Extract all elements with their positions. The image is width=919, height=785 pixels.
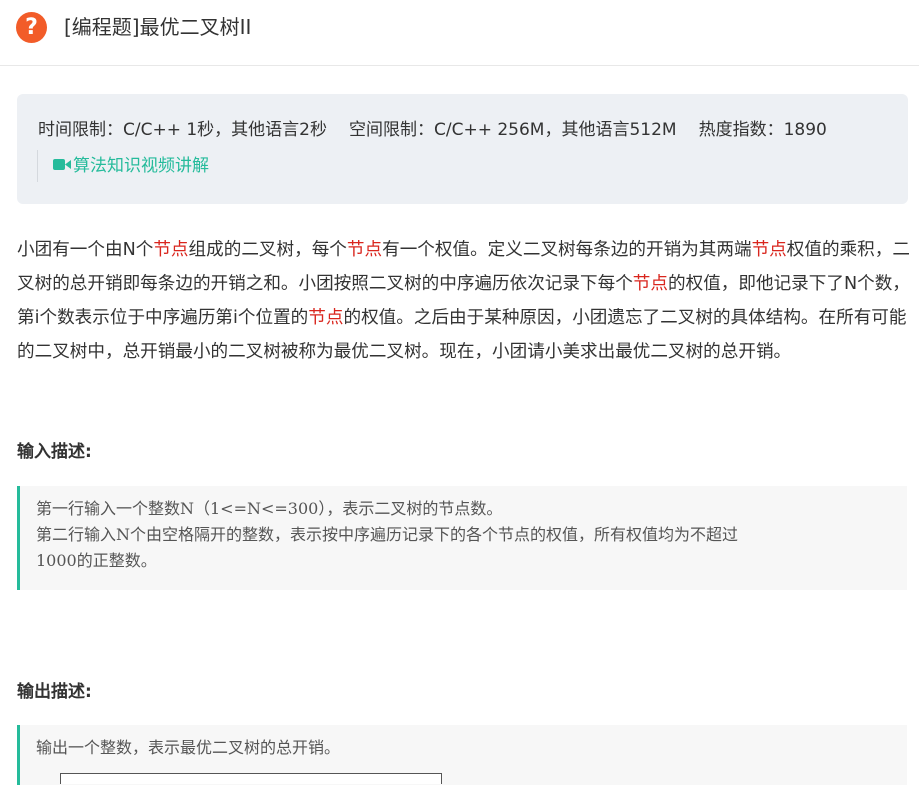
keyword-highlight: 节点 — [632, 274, 668, 294]
time-limit: 时间限制：C/C++ 1秒，其他语言2秒 — [38, 120, 327, 140]
limits-panel: 时间限制：C/C++ 1秒，其他语言2秒 空间限制：C/C++ 256M，其他语言… — [17, 94, 908, 204]
description-text: 有一个权值。定义二叉树每条边的开销为其两端 — [382, 240, 752, 260]
space-limit: 空间限制：C/C++ 256M，其他语言512M — [349, 120, 677, 140]
example-box — [60, 773, 442, 784]
input-line: 1000的正整数。 — [36, 551, 157, 570]
video-camera-icon — [53, 150, 71, 182]
input-line: 第一行输入一个整数N（1<=N<=300），表示二叉树的节点数。 — [36, 499, 503, 518]
problem-header: ? [编程题]最优二叉树II — [0, 0, 919, 66]
output-line: 输出一个整数，表示最优二叉树的总开销。 — [36, 738, 341, 757]
keyword-highlight: 节点 — [346, 240, 383, 260]
input-line: 第二行输入N个由空格隔开的整数，表示按中序遍历记录下的各个节点的权值，所有权值均… — [36, 525, 739, 544]
description-text: 组成的二叉树，每个 — [188, 240, 347, 260]
description-text: 小团有一个由N个 — [17, 240, 154, 260]
keyword-highlight: 节点 — [308, 308, 344, 328]
keyword-highlight: 节点 — [751, 240, 787, 260]
limits-row: 时间限制：C/C++ 1秒，其他语言2秒 空间限制：C/C++ 256M，其他语言… — [38, 116, 827, 144]
problem-description: 小团有一个由N个节点组成的二叉树，每个节点有一个权值。定义二叉树每条边的开销为其… — [17, 233, 912, 369]
input-description-title: 输入描述: — [17, 442, 92, 462]
input-description-box: 第一行输入一个整数N（1<=N<=300），表示二叉树的节点数。 第二行输入N个… — [17, 486, 907, 590]
keyword-highlight: 节点 — [153, 240, 189, 260]
question-mark-icon: ? — [16, 12, 47, 43]
video-explanation-link[interactable]: 算法知识视频讲解 — [37, 150, 209, 182]
video-link-label: 算法知识视频讲解 — [73, 156, 209, 176]
problem-title: [编程题]最优二叉树II — [64, 15, 252, 39]
heat-index: 热度指数：1890 — [698, 120, 827, 140]
output-description-title: 输出描述: — [17, 682, 92, 702]
